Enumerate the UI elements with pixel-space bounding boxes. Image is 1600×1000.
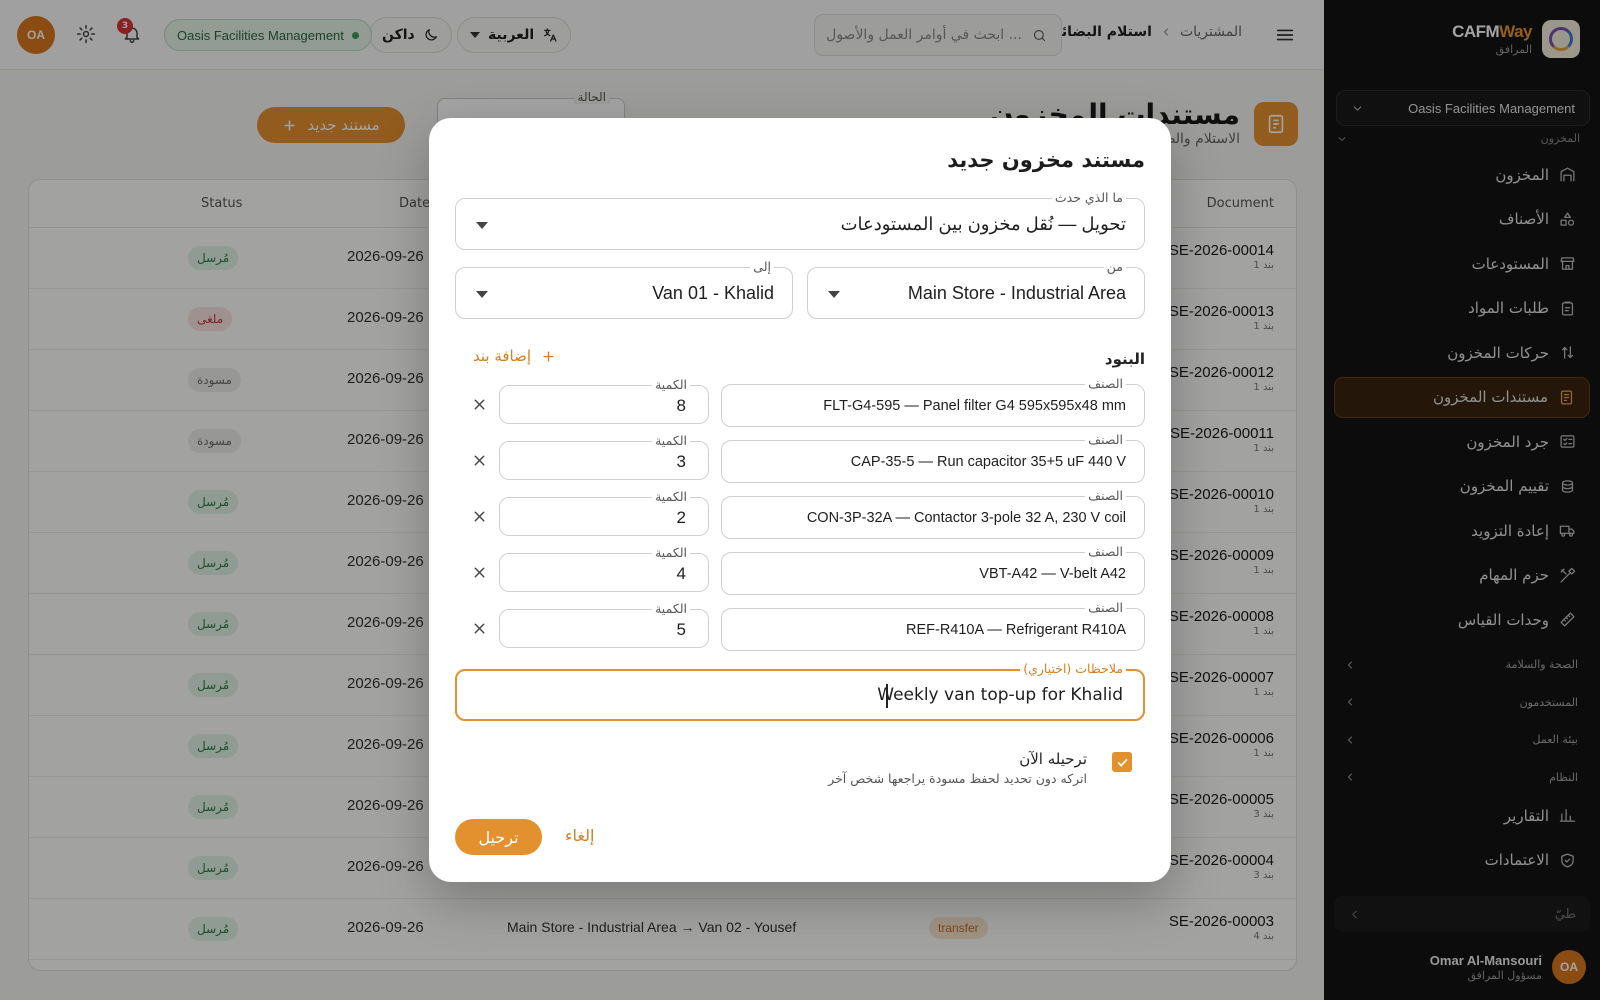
caret-down-icon (476, 222, 488, 229)
remove-line-icon[interactable] (471, 620, 488, 637)
notes-field[interactable]: ملاحظات (اختياري) Weekly van top-up for … (455, 661, 1145, 721)
quantity-field[interactable]: الكمية 4 (499, 545, 709, 592)
plus-icon (541, 349, 556, 364)
item-select[interactable]: الصنف CAP-35-5 — Run capacitor 35+5 uF 44… (721, 432, 1145, 483)
quantity-field[interactable]: الكمية 3 (499, 433, 709, 480)
post-button[interactable]: ترحيل (455, 819, 542, 855)
dialog-title: مستند مخزون جديد (947, 148, 1145, 172)
document-type-select[interactable]: ما الذي حدث تحويل — نُقل مخزون بين المست… (455, 190, 1145, 250)
item-select[interactable]: الصنف REF-R410A — Refrigerant R410A (721, 600, 1145, 651)
quantity-field[interactable]: الكمية 5 (499, 601, 709, 648)
to-warehouse-select[interactable]: إلى Van 01 - Khalid (455, 259, 793, 319)
post-now-hint: اتركه دون تحديد لحفظ مسودة يراجعها شخص آ… (828, 771, 1087, 786)
item-select[interactable]: الصنف FLT-G4-595 — Panel filter G4 595x59… (721, 376, 1145, 427)
item-select[interactable]: الصنف CON-3P-32A — Contactor 3-pole 32 A,… (721, 488, 1145, 539)
remove-line-icon[interactable] (471, 508, 488, 525)
item-select[interactable]: الصنف VBT-A42 — V-belt A42 (721, 544, 1145, 595)
remove-line-icon[interactable] (471, 452, 488, 469)
remove-line-icon[interactable] (471, 564, 488, 581)
quantity-field[interactable]: الكمية 2 (499, 489, 709, 536)
remove-line-icon[interactable] (471, 396, 488, 413)
add-line-button[interactable]: إضافة بند (473, 347, 556, 365)
post-now-checkbox[interactable] (1112, 752, 1132, 772)
text-cursor (886, 684, 888, 708)
quantity-field[interactable]: الكمية 8 (499, 377, 709, 424)
caret-down-icon (476, 291, 488, 298)
from-warehouse-select[interactable]: من Main Store - Industrial Area (807, 259, 1145, 319)
new-stock-document-dialog: مستند مخزون جديد ما الذي حدث تحويل — نُق… (429, 118, 1171, 882)
cancel-button[interactable]: إلغاء (565, 826, 594, 845)
caret-down-icon (828, 291, 840, 298)
post-now-label: ترحيله الآن (1019, 750, 1087, 768)
lines-heading: البنود (1104, 350, 1145, 368)
check-icon (1117, 758, 1128, 767)
